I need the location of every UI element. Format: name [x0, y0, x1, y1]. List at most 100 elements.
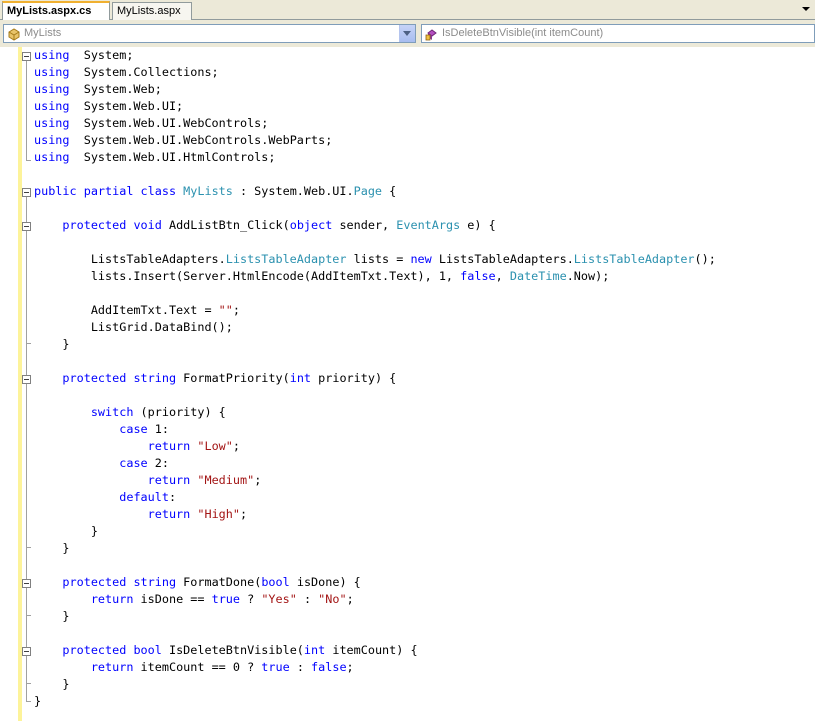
outline-end: [26, 160, 31, 161]
type-token: DateTime: [509, 269, 567, 283]
code-editor[interactable]: using System; using System.Collections; us…: [0, 47, 815, 721]
keyword-token: return: [147, 507, 198, 521]
code-token: ListsTableAdapters.: [431, 252, 574, 266]
collapse-method-icon[interactable]: [22, 647, 31, 656]
outline-end: [26, 343, 31, 344]
indicator-margin: [0, 47, 18, 721]
code-line: }: [34, 608, 814, 625]
tab-label: MyLists.aspx: [117, 5, 181, 17]
code-token: 2:: [147, 456, 169, 470]
string-token: "High": [197, 507, 240, 521]
code-line: public partial class MyLists : System.We…: [34, 183, 814, 200]
code-token: :: [296, 592, 319, 606]
code-token: priority) {: [311, 371, 397, 385]
code-line: using System.Collections;: [34, 64, 814, 81]
keyword-token: bool: [261, 575, 290, 589]
code-token: e) {: [460, 218, 496, 232]
code-token: ;: [346, 592, 354, 606]
string-token: "Yes": [261, 592, 297, 606]
code-token: }: [34, 677, 70, 691]
class-icon: [8, 28, 20, 41]
code-line: using System;: [34, 47, 814, 64]
keyword-token: true: [261, 660, 290, 674]
code-line: using System.Web;: [34, 81, 814, 98]
code-line: protected bool IsDeleteBtnVisible(int it…: [34, 642, 814, 659]
tab-mylists-aspx[interactable]: MyLists.aspx: [112, 2, 192, 20]
outline-line: [26, 61, 27, 160]
code-token: lists.Insert(Server.HtmlEncode(AddItemTx…: [34, 269, 461, 283]
keyword-token: default: [119, 490, 169, 504]
class-combo[interactable]: MyLists: [3, 24, 416, 43]
code-token: System.Web.UI;: [69, 99, 184, 113]
code-line: using System.Web.UI.WebControls.WebParts…: [34, 132, 814, 149]
code-line: ListGrid.DataBind();: [34, 319, 814, 336]
code-token: System.Web.UI.HtmlControls;: [69, 150, 276, 164]
string-token: "No": [318, 592, 347, 606]
code-token: AddItemTxt.Text =: [34, 303, 219, 317]
code-token: itemCount == 0 ?: [133, 660, 262, 674]
code-line: return "Medium";: [34, 472, 814, 489]
outline-end: [26, 547, 31, 548]
collapse-method-icon[interactable]: [22, 579, 31, 588]
keyword-token: case: [119, 422, 148, 436]
code-token: itemCount) {: [325, 643, 418, 657]
tab-label: MyLists.aspx.cs: [7, 5, 92, 17]
code-token: lists =: [346, 252, 411, 266]
keyword-token: int: [289, 371, 312, 385]
keyword-token: return: [147, 473, 198, 487]
code-line: case 1:: [34, 421, 814, 438]
code-token: .Now);: [566, 269, 610, 283]
code-token: }: [34, 524, 98, 538]
tab-list-dropdown-icon[interactable]: [801, 4, 811, 14]
method-icon: [425, 29, 437, 41]
code-line: case 2:: [34, 455, 814, 472]
collapse-method-icon[interactable]: [22, 222, 31, 231]
code-token: System;: [69, 48, 134, 62]
change-tracking-bar: [18, 47, 22, 721]
code-token: ;: [346, 660, 354, 674]
code-token: ;: [254, 473, 262, 487]
collapse-class-icon[interactable]: [22, 188, 31, 197]
code-token: System.Web.UI.WebControls.WebParts;: [69, 133, 333, 147]
code-line: return "Low";: [34, 438, 814, 455]
code-token: :: [289, 660, 312, 674]
type-token: ListsTableAdapter: [225, 252, 347, 266]
code-token: System.Collections;: [69, 65, 219, 79]
code-token: (priority) {: [133, 405, 226, 419]
collapse-using-icon[interactable]: [22, 52, 31, 61]
class-combo-value: MyLists: [24, 27, 62, 39]
outline-end: [26, 683, 31, 684]
code-text[interactable]: using System; using System.Collections; us…: [34, 47, 814, 710]
code-line: lists.Insert(Server.HtmlEncode(AddItemTx…: [34, 268, 814, 285]
keyword-token: protected void: [62, 218, 169, 232]
code-line: }: [34, 693, 814, 710]
code-token: ();: [694, 252, 716, 266]
code-token: ListGrid.DataBind();: [34, 320, 233, 334]
code-token: ?: [240, 592, 262, 606]
code-line: ListsTableAdapters. ListsTableAdapter lis…: [34, 251, 814, 268]
class-combo-dropdown-button[interactable]: [399, 25, 415, 42]
member-combo[interactable]: IsDeleteBtnVisible(int itemCount): [421, 24, 815, 43]
code-line: switch (priority) {: [34, 404, 814, 421]
string-token: "": [218, 303, 233, 317]
string-token: "Low": [197, 439, 233, 453]
type-token: MyLists: [183, 184, 233, 198]
collapse-method-icon[interactable]: [22, 375, 31, 384]
code-token: IsDeleteBtnVisible(: [168, 643, 304, 657]
code-token: ,: [495, 269, 510, 283]
keyword-token: using: [34, 99, 70, 113]
tab-mylists-aspx-cs[interactable]: MyLists.aspx.cs: [2, 1, 110, 21]
code-token: System.Web.UI.WebControls;: [69, 116, 269, 130]
code-token: ;: [239, 507, 248, 521]
code-line: using System.Web.UI;: [34, 98, 814, 115]
keyword-token: switch: [90, 405, 134, 419]
